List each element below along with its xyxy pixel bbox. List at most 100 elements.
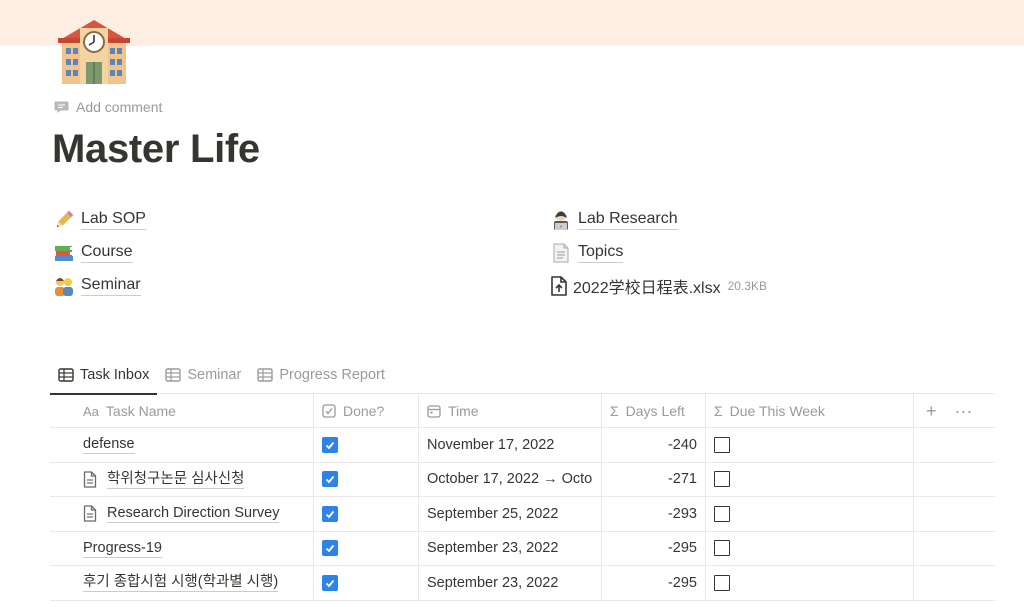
unchecked-checkbox xyxy=(714,471,730,488)
link-topics[interactable]: Topics xyxy=(549,236,767,269)
table-row[interactable]: Progress-19 September 23, 2022 -295 xyxy=(50,531,995,566)
file-attachment[interactable]: 2022学校日程表.xlsx 20.3KB xyxy=(549,269,767,302)
done-cell[interactable] xyxy=(314,531,419,565)
more-options-icon[interactable]: ··· xyxy=(955,401,973,422)
table-row[interactable]: 학위청구논문 심사신청 October 17, 2022 → Octo -271 xyxy=(50,462,995,497)
task-name: 학위청구논문 심사신청 xyxy=(107,470,245,489)
document-icon xyxy=(83,471,97,488)
due-this-week-cell xyxy=(706,428,914,462)
time-cell[interactable]: November 17, 2022 xyxy=(419,428,602,462)
due-this-week-cell xyxy=(706,531,914,565)
page-icon xyxy=(549,242,573,264)
column-header-label: Done? xyxy=(343,403,385,419)
checked-checkbox[interactable] xyxy=(322,436,338,453)
checked-checkbox[interactable] xyxy=(322,574,338,591)
comment-icon xyxy=(54,101,69,113)
task-name-cell[interactable]: 학위청구논문 심사신청 xyxy=(50,462,314,496)
link-label: Topics xyxy=(578,242,624,263)
tab-label: Progress Report xyxy=(279,367,385,383)
time-cell[interactable]: October 17, 2022 → Octo xyxy=(419,462,602,496)
days-left-cell: -293 xyxy=(602,497,706,531)
days-left-cell: -271 xyxy=(602,462,706,496)
task-name-cell[interactable]: Progress-19 xyxy=(50,531,314,565)
tab-label: Seminar xyxy=(187,367,242,383)
formula-property-icon: Σ xyxy=(714,403,723,419)
table-icon xyxy=(165,368,182,382)
page-title[interactable]: Master Life xyxy=(52,127,260,172)
column-header-days-left[interactable]: Σ Days Left xyxy=(602,394,706,428)
column-header-due-this-week[interactable]: Σ Due This Week xyxy=(706,394,914,428)
table-icon xyxy=(257,368,274,382)
table-icon xyxy=(58,367,74,382)
table-row[interactable]: 후기 종합시험 시행(학과별 시행) September 23, 2022 -2… xyxy=(50,566,995,601)
school-building-icon[interactable] xyxy=(52,18,136,86)
file-name: 2022学校日程表.xlsx xyxy=(573,279,721,297)
add-property-icon[interactable]: + xyxy=(926,401,937,422)
add-comment-button[interactable]: Add comment xyxy=(54,99,162,115)
task-name: Progress-19 xyxy=(83,539,162,558)
due-this-week-cell xyxy=(706,462,914,496)
table-header: Aa Task Name Done? Time Σ Days Left Σ Du… xyxy=(50,394,995,428)
time-cell[interactable]: September 25, 2022 xyxy=(419,497,602,531)
days-left-cell: -295 xyxy=(602,531,706,565)
checked-checkbox[interactable] xyxy=(322,540,338,557)
done-cell[interactable] xyxy=(314,566,419,600)
calendar-property-icon xyxy=(427,405,441,418)
link-label: Lab Research xyxy=(578,209,678,230)
column-header-label: Due This Week xyxy=(729,403,825,419)
checked-checkbox[interactable] xyxy=(322,471,338,488)
column-actions: + ··· xyxy=(914,394,995,428)
done-cell[interactable] xyxy=(314,428,419,462)
checked-checkbox[interactable] xyxy=(322,505,338,522)
pencil-icon xyxy=(52,209,76,231)
tab-label: Task Inbox xyxy=(80,366,150,383)
empty-cell xyxy=(914,532,995,566)
file-upload-icon xyxy=(549,275,569,297)
tab-seminar[interactable]: Seminar xyxy=(157,356,249,394)
link-label: Course xyxy=(81,242,133,263)
page-links-right: Lab Research Topics 2022学校日程表.xlsx 20.3K… xyxy=(549,203,767,302)
due-this-week-cell xyxy=(706,497,914,531)
task-name: 후기 종합시험 시행(학과별 시행) xyxy=(83,574,279,593)
due-this-week-cell xyxy=(706,566,914,600)
task-name-cell[interactable]: 후기 종합시험 시행(학과별 시행) xyxy=(50,566,314,600)
empty-cell xyxy=(914,463,995,497)
add-comment-label: Add comment xyxy=(76,99,163,115)
column-header-label: Time xyxy=(448,403,479,419)
empty-cell xyxy=(914,566,995,600)
column-header-time[interactable]: Time xyxy=(419,394,602,428)
tab-task-inbox[interactable]: Task Inbox xyxy=(50,356,158,395)
unchecked-checkbox xyxy=(714,505,730,522)
column-header-task-name[interactable]: Aa Task Name xyxy=(50,394,314,428)
tab-progress-report[interactable]: Progress Report xyxy=(249,356,393,394)
time-cell[interactable]: September 23, 2022 xyxy=(419,566,602,600)
task-name: Research Direction Survey xyxy=(107,505,280,524)
task-table: Aa Task Name Done? Time Σ Days Left Σ Du… xyxy=(50,394,995,601)
time-cell[interactable]: September 23, 2022 xyxy=(419,531,602,565)
done-cell[interactable] xyxy=(314,462,419,496)
done-cell[interactable] xyxy=(314,497,419,531)
page-links-left: Lab SOP Course Seminar xyxy=(52,203,146,302)
days-left-cell: -240 xyxy=(602,428,706,462)
link-lab-sop[interactable]: Lab SOP xyxy=(52,203,146,236)
link-seminar[interactable]: Seminar xyxy=(52,269,146,302)
link-label: Seminar xyxy=(81,275,141,296)
column-header-label: Task Name xyxy=(105,403,176,419)
link-course[interactable]: Course xyxy=(52,236,146,269)
unchecked-checkbox xyxy=(714,574,730,591)
books-icon xyxy=(52,242,76,264)
task-name: defense xyxy=(83,436,135,455)
unchecked-checkbox xyxy=(714,436,730,453)
checkbox-property-icon xyxy=(322,404,336,418)
formula-property-icon: Σ xyxy=(610,403,619,419)
task-name-cell[interactable]: Research Direction Survey xyxy=(50,497,314,531)
table-row[interactable]: Research Direction Survey September 25, … xyxy=(50,497,995,532)
column-header-done[interactable]: Done? xyxy=(314,394,419,428)
link-lab-research[interactable]: Lab Research xyxy=(549,203,767,236)
database-view-tabs: Task Inbox Seminar Progress Report xyxy=(50,356,995,395)
page-cover[interactable] xyxy=(0,0,1024,46)
people-icon xyxy=(52,275,76,297)
text-property-icon: Aa xyxy=(83,403,99,419)
table-row[interactable]: defense November 17, 2022 -240 xyxy=(50,428,995,463)
task-name-cell[interactable]: defense xyxy=(50,428,314,462)
